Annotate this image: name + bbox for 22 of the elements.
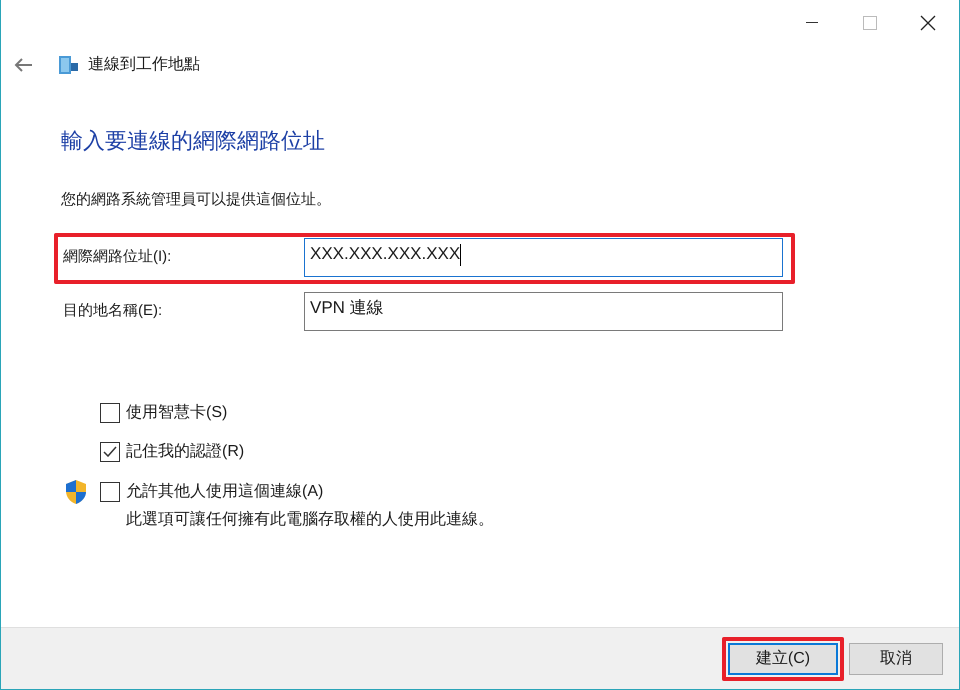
input-field[interactable]: VPN 連線 (304, 292, 783, 331)
checkbox[interactable] (100, 442, 120, 462)
checkbox-label[interactable]: 允許其他人使用這個連線(A) (126, 480, 324, 504)
option-note: 此選項可讓任何擁有此電腦存取權的人使用此連線。 (126, 510, 495, 530)
maximize-icon (863, 16, 877, 30)
checkbox-label[interactable]: 使用智慧卡(S) (126, 400, 228, 424)
description: 您的網路系統管理員可以提供這個位址。 (61, 190, 332, 210)
field-label: 目的地名稱(E): (62, 301, 164, 322)
back-arrow-icon[interactable] (13, 57, 33, 73)
dialog-button[interactable]: 取消 (849, 642, 943, 674)
checkmark-icon (103, 446, 117, 458)
window-title: 連線到工作地點 (88, 54, 200, 75)
close-icon (920, 15, 936, 31)
dialog-button[interactable]: 建立(C) (728, 642, 838, 674)
checkbox[interactable] (100, 402, 120, 422)
checkbox-label[interactable]: 記住我的認證(R) (126, 440, 244, 464)
input-field[interactable]: XXX.XXX.XXX.XXX (304, 238, 783, 277)
field-label: 網際網路位址(I): (62, 247, 172, 268)
page-heading: 輸入要連線的網際網路位址 (61, 127, 326, 155)
minimize-icon (806, 22, 818, 24)
server-icon (57, 54, 79, 76)
checkbox[interactable] (100, 482, 120, 502)
